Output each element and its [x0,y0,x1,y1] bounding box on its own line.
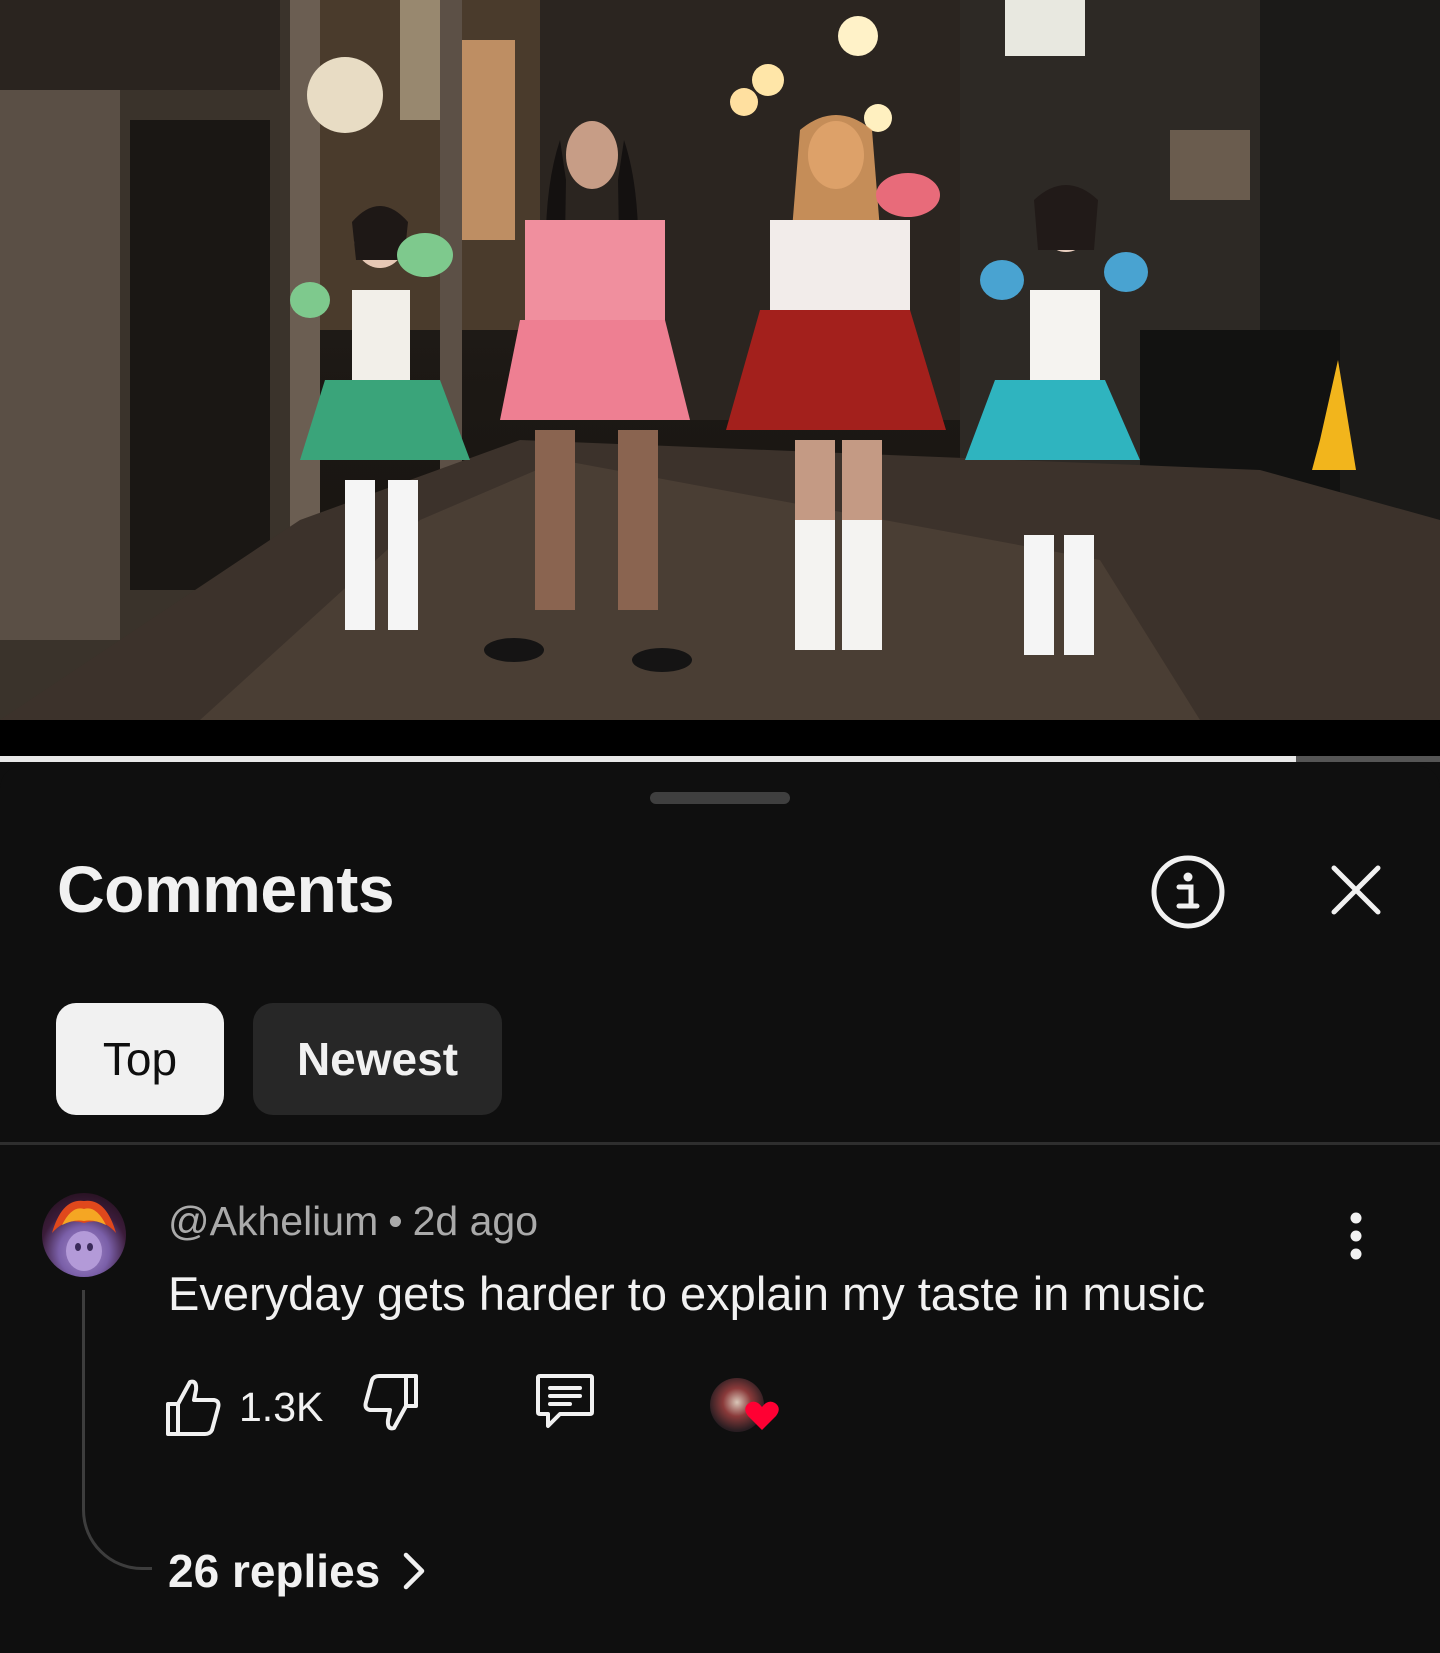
creator-heart-icon [745,1401,779,1430]
chevron-right-icon [404,1552,425,1590]
more-options-button[interactable] [1336,1206,1376,1266]
like-button[interactable] [164,1372,230,1442]
comment-text: Everyday gets harder to explain my taste… [168,1267,1206,1320]
comment-meta: @Akhelium • 2d ago [168,1198,538,1245]
view-replies-button[interactable]: 26 replies [168,1544,426,1598]
drag-handle[interactable] [650,792,790,804]
video-player[interactable] [0,0,1440,720]
info-button[interactable] [1148,852,1228,932]
avatar[interactable] [42,1193,126,1277]
dislike-button[interactable] [362,1372,428,1442]
comments-title: Comments [57,852,395,926]
thumbs-down-icon [363,1374,418,1431]
reply-icon [536,1374,594,1428]
player-bottom-bar [0,720,1440,756]
creator-heart-badge[interactable] [706,1372,786,1442]
comment-time: 2d ago [412,1198,539,1244]
thumbs-up-icon [166,1379,221,1436]
reply-thread-line [82,1290,152,1570]
replies-label: 26 replies [168,1545,381,1597]
meta-separator: • [388,1198,403,1244]
close-button[interactable] [1316,850,1396,930]
video-progress-fill [0,756,1296,762]
sort-chip-top[interactable]: Top [56,1003,224,1115]
video-frame-image [0,0,1440,720]
comments-sheet: Comments Top Newest @Akhelium • 2d ago Eve… [0,766,1440,1653]
reply-button[interactable] [534,1372,600,1442]
sort-chip-newest[interactable]: Newest [253,1003,502,1115]
like-count: 1.3K [239,1384,324,1430]
avatar-image [52,1200,116,1271]
close-icon [1331,865,1381,915]
comment-author[interactable]: @Akhelium [168,1198,378,1244]
more-vert-icon [1350,1212,1362,1260]
info-icon [1151,855,1225,929]
divider [0,1142,1440,1145]
video-progress-bar[interactable] [0,756,1440,762]
